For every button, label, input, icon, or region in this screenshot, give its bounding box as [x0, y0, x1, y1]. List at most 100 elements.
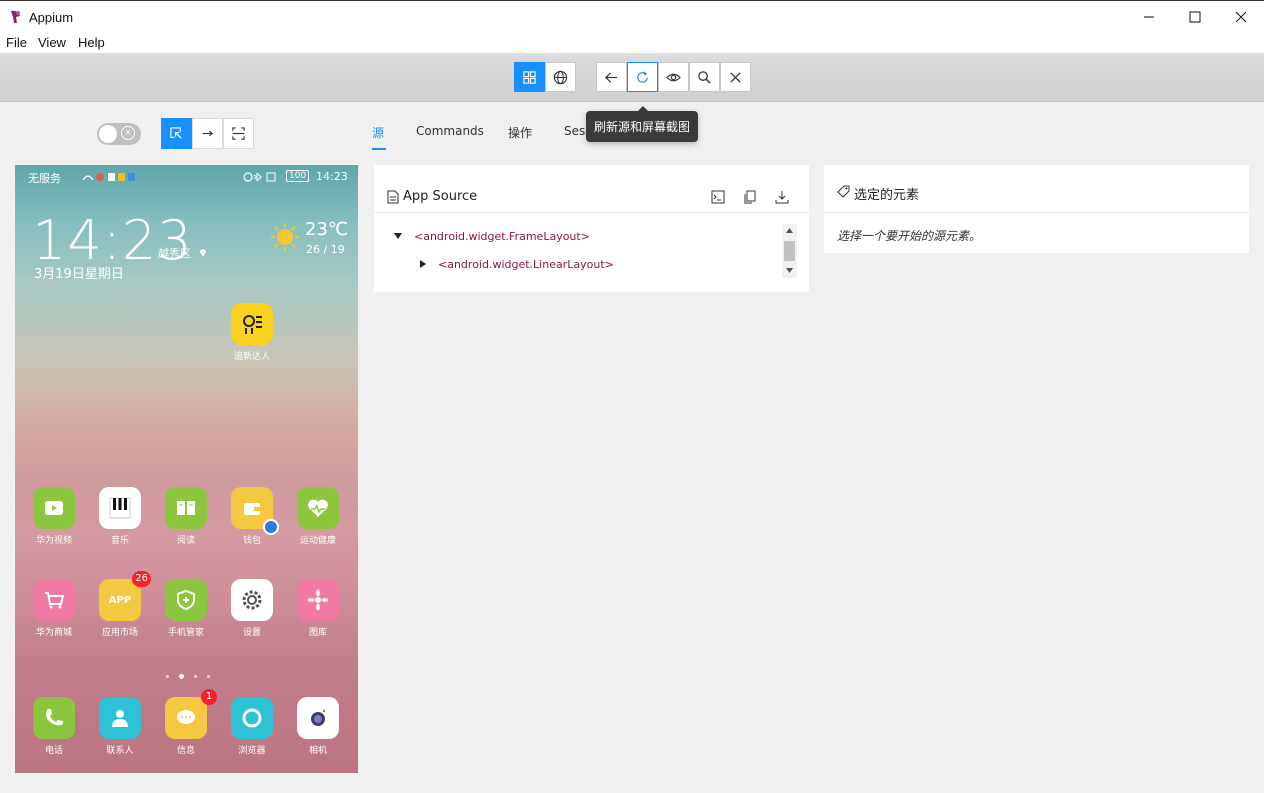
phone-app-icon [33, 697, 75, 739]
flower-app-icon [297, 579, 339, 621]
device-screenshot[interactable]: 无服务 100 14:23 14:23 越秀区 3月19日星期日 23℃ 26 … [15, 165, 358, 773]
scan-icon [232, 127, 245, 140]
shield-app-icon [165, 579, 207, 621]
scroll-down-icon[interactable] [786, 268, 793, 273]
video-app-icon [33, 487, 75, 529]
window-title: Appium [29, 10, 74, 25]
close-icon [730, 71, 741, 83]
heart-app-icon [297, 487, 339, 529]
tab-commands[interactable]: Commands [416, 124, 484, 138]
copy-icon[interactable] [743, 190, 757, 204]
app-camera[interactable]: 相机 [288, 697, 348, 756]
piano-app-icon [99, 487, 141, 529]
caret-down-icon[interactable] [394, 233, 402, 239]
app-source-title: App Source [403, 189, 478, 204]
app-label: 信息 [176, 746, 195, 756]
contact-app-icon [99, 697, 141, 739]
appium-logo-icon [11, 10, 20, 23]
menu-file[interactable]: File [6, 35, 27, 50]
verified-badge-icon [263, 519, 279, 535]
app-label: 音乐 [110, 536, 129, 546]
tab-session[interactable]: Session [564, 124, 586, 138]
toolbar [0, 53, 1264, 102]
source-scrollbar[interactable] [782, 224, 797, 278]
selected-element-hint: 选择一个要开始的源元素。 [837, 229, 982, 243]
app-label: 华为视频 [35, 536, 72, 546]
wallet-app-icon [231, 487, 279, 535]
app-reading[interactable]: 阅读 [156, 487, 216, 546]
download-icon[interactable] [775, 190, 789, 204]
select-elements-button[interactable] [161, 118, 192, 149]
app-huawei-video[interactable]: 华为视频 [24, 487, 84, 546]
home-date: 3月19日星期日 [34, 267, 124, 282]
app-label: 电话 [44, 746, 63, 756]
toggle-hover-button[interactable] [658, 62, 689, 92]
app-label: 手机管家 [167, 628, 204, 638]
app-browser[interactable]: 浏览器 [222, 697, 282, 756]
app-label: 联系人 [106, 746, 134, 756]
web-mode-button[interactable] [545, 62, 576, 92]
app-health[interactable]: 运动健康 [288, 487, 348, 546]
app-huawei-store[interactable]: 华为商城 [24, 579, 84, 638]
gear-app-icon [231, 579, 273, 621]
app-market[interactable]: APP 26 应用市场 [90, 571, 151, 638]
cart-app-icon [33, 579, 75, 621]
book-app-icon [165, 487, 207, 529]
swipe-button[interactable] [192, 118, 223, 149]
file-icon [387, 190, 399, 204]
phone-status-bar: 无服务 100 14:23 [15, 165, 358, 187]
tap-by-coordinates-button[interactable] [223, 118, 254, 149]
back-button[interactable] [596, 62, 627, 92]
arrow-left-icon [605, 71, 618, 83]
tree-node-framelayout[interactable]: <android.widget.FrameLayout> [414, 230, 590, 243]
screenshot-toggle[interactable]: × [97, 123, 141, 145]
app-messages[interactable]: 1 信息 [156, 689, 217, 756]
title-bar: Appium [0, 0, 1264, 32]
battery-level: 100 [286, 170, 310, 182]
zhuixin-app-icon [231, 303, 273, 345]
toggle-knob [99, 125, 117, 143]
grid-icon [523, 70, 536, 84]
app-settings[interactable]: 设置 [222, 579, 282, 638]
page-indicator [166, 673, 210, 679]
app-label: 阅读 [176, 536, 195, 546]
close-button[interactable] [1218, 1, 1264, 33]
quit-session-button[interactable] [720, 62, 751, 92]
tab-actions[interactable]: 操作 [508, 124, 532, 141]
terminal-icon[interactable] [711, 190, 725, 204]
app-wallet[interactable]: 钱包 [222, 487, 282, 546]
maximize-button[interactable] [1172, 1, 1218, 33]
refresh-tooltip: 刷新源和屏幕截图 [586, 106, 698, 142]
location-pin-icon [200, 249, 206, 257]
sunny-weather-icon [271, 223, 299, 251]
refresh-button[interactable] [627, 62, 658, 92]
app-source-panel [374, 165, 809, 292]
caret-right-icon[interactable] [420, 260, 426, 268]
minimize-icon [1144, 16, 1154, 18]
app-music[interactable]: 音乐 [90, 487, 150, 546]
scroll-up-icon[interactable] [786, 228, 793, 233]
app-gallery[interactable]: 图库 [288, 579, 348, 638]
status-time: 14:23 [316, 170, 348, 183]
native-mode-button[interactable] [514, 62, 545, 92]
app-dialer[interactable]: 电话 [24, 697, 84, 756]
app-contacts[interactable]: 联系人 [90, 697, 150, 756]
notification-icons [82, 173, 135, 181]
app-phone-manager[interactable]: 手机管家 [156, 579, 216, 638]
tab-source[interactable]: 源 [372, 124, 384, 141]
notification-badge: 26 [132, 571, 151, 587]
scrollbar-thumb[interactable] [784, 241, 795, 261]
menu-view[interactable]: View [38, 35, 66, 50]
message-app-icon: 1 [165, 689, 217, 739]
carrier-text: 无服务 [28, 172, 61, 185]
minimize-button[interactable] [1126, 1, 1172, 33]
maximize-icon [1189, 11, 1201, 23]
menu-help[interactable]: Help [78, 35, 105, 50]
refresh-icon [637, 70, 648, 83]
app-zhuixin[interactable]: 追新达人 [222, 303, 282, 362]
search-button[interactable] [689, 62, 720, 92]
tree-node-linearlayout[interactable]: <android.widget.LinearLayout> [438, 258, 614, 271]
search-icon [698, 70, 711, 84]
system-status-icons [243, 172, 276, 182]
notification-badge: 1 [201, 689, 217, 705]
